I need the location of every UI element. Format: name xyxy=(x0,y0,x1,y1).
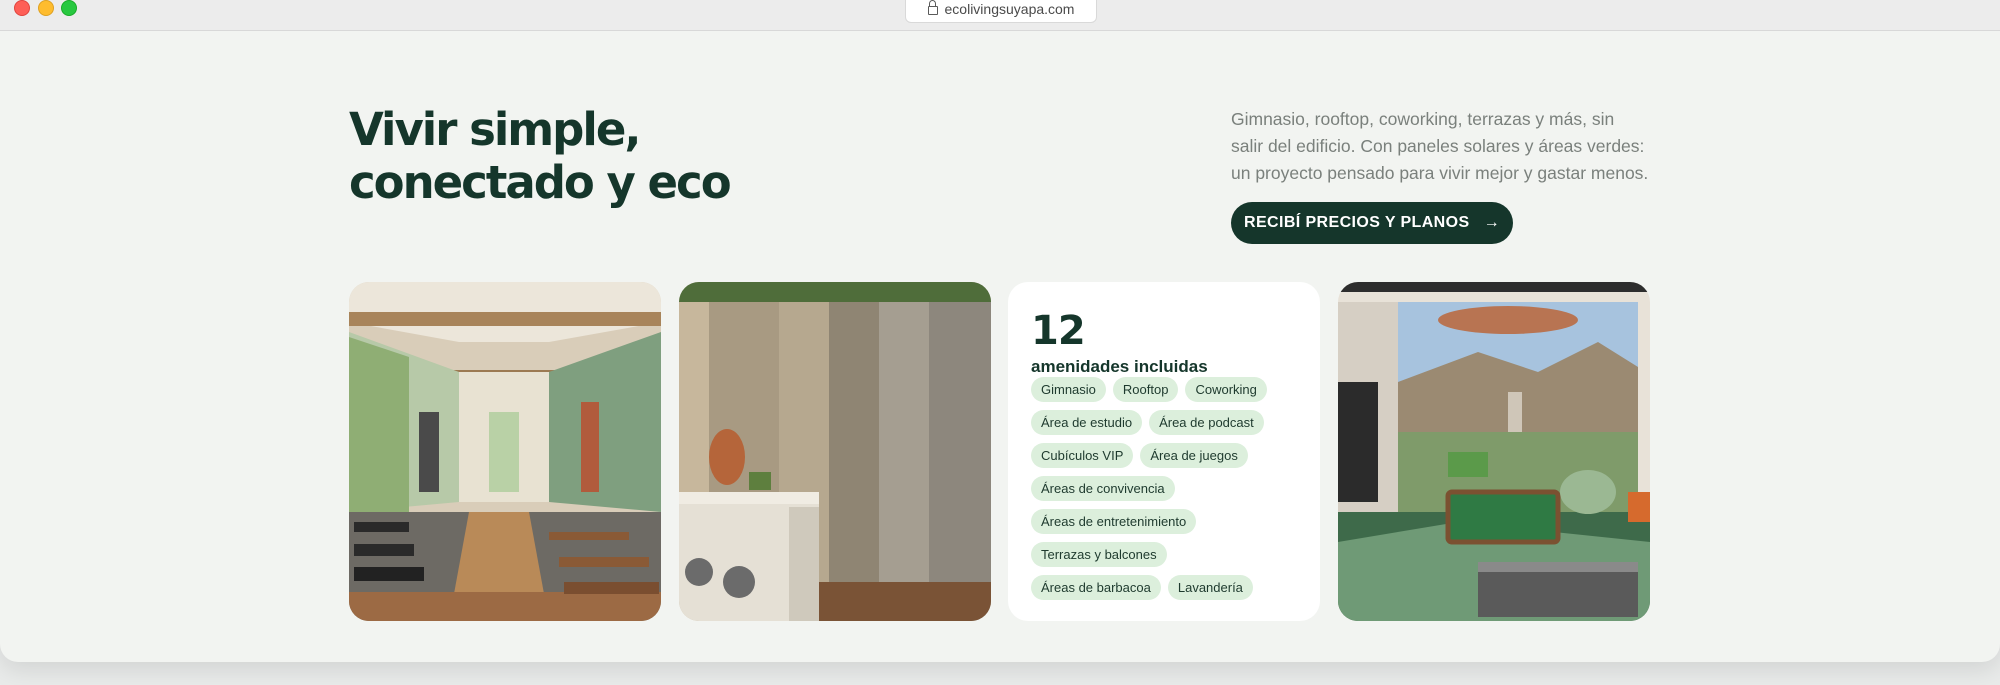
chip-areas-entretenimiento: Áreas de entretenimiento xyxy=(1031,509,1197,534)
browser-window: ecolivingsuyapa.com Vivir simple, conect… xyxy=(0,0,2000,662)
chip-row: Terrazas y balcones xyxy=(1031,542,1311,567)
chip-gimnasio: Gimnasio xyxy=(1031,377,1106,402)
amenities-chip-list: Gimnasio Rooftop Coworking Área de estud… xyxy=(1031,377,1311,608)
chip-terrazas-balcones: Terrazas y balcones xyxy=(1031,542,1167,567)
amenities-label: amenidades incluidas xyxy=(1031,357,1208,376)
request-prices-button-label: RECIBÍ PRECIOS Y PLANOS xyxy=(1244,214,1470,231)
arrow-right-icon: → xyxy=(1483,214,1500,231)
chip-area-juegos: Área de juegos xyxy=(1140,443,1248,468)
chip-lavanderia: Lavandería xyxy=(1167,575,1253,600)
maximize-window-button[interactable] xyxy=(61,0,77,16)
page-title-line-2: conectado y eco xyxy=(349,156,732,209)
chip-coworking: Coworking xyxy=(1185,377,1267,402)
lock-icon xyxy=(927,0,938,15)
gym-illustration xyxy=(349,282,661,621)
request-prices-button[interactable]: RECIBÍ PRECIOS Y PLANOS → xyxy=(1231,202,1513,244)
chip-areas-convivencia: Áreas de convivencia xyxy=(1031,476,1175,501)
chip-row: Gimnasio Rooftop Coworking xyxy=(1031,377,1311,402)
lobby-illustration xyxy=(679,282,991,621)
chip-area-estudio: Área de estudio xyxy=(1031,410,1143,435)
browser-titlebar: ecolivingsuyapa.com xyxy=(0,0,2000,31)
game-room-photo xyxy=(1338,282,1650,621)
page-title-line-1: Vivir simple, xyxy=(349,103,641,156)
chip-row: Cubículos VIP Área de juegos xyxy=(1031,443,1311,468)
close-window-button[interactable] xyxy=(14,0,30,16)
chip-row: Áreas de convivencia xyxy=(1031,476,1311,501)
amenities-card: 12 amenidades incluidas Gimnasio Rooftop… xyxy=(1008,282,1320,621)
address-bar[interactable]: ecolivingsuyapa.com xyxy=(905,0,1097,23)
chip-row: Áreas de barbacoa Lavandería xyxy=(1031,575,1311,600)
page-title: Vivir simple, conectado y eco xyxy=(349,103,829,209)
game-room-illustration xyxy=(1338,282,1650,621)
chip-cubiculos-vip: Cubículos VIP xyxy=(1031,443,1134,468)
address-bar-url: ecolivingsuyapa.com xyxy=(944,0,1075,17)
chip-areas-barbacoa: Áreas de barbacoa xyxy=(1031,575,1161,600)
chip-area-podcast: Área de podcast xyxy=(1149,410,1264,435)
minimize-window-button[interactable] xyxy=(38,0,54,16)
chip-row: Áreas de entretenimiento xyxy=(1031,509,1311,534)
hero-description: Gimnasio, rooftop, coworking, terrazas y… xyxy=(1231,109,1649,183)
gym-photo xyxy=(349,282,661,621)
chip-rooftop: Rooftop xyxy=(1112,377,1179,402)
amenities-count: 12 xyxy=(1031,308,1086,354)
lobby-photo xyxy=(679,282,991,621)
chip-row: Área de estudio Área de podcast xyxy=(1031,410,1311,435)
